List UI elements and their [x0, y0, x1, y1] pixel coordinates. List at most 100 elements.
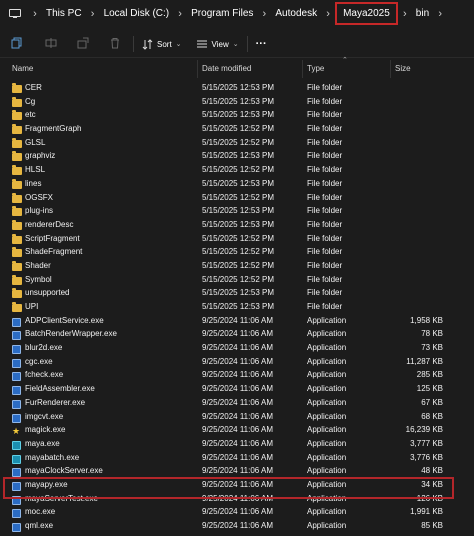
folder-row[interactable]: etc 5/15/2025 12:53 PM File folder — [0, 108, 474, 122]
file-size: 125 KB — [416, 384, 443, 394]
copy-icon[interactable] — [11, 37, 23, 51]
file-row[interactable]: mayapy.exe 9/25/2024 11:06 AM Application 3… — [0, 478, 474, 492]
folder-row[interactable]: plug-ins 5/15/2025 12:53 PM File folder — [0, 204, 474, 218]
file-name: mayaServerTest.exe — [25, 493, 98, 503]
file-row[interactable]: mayabatch.exe 9/25/2024 11:06 AM Applicati… — [0, 451, 474, 465]
application-icon — [12, 316, 22, 327]
file-name: ADPClientService.exe — [25, 315, 104, 325]
folder-icon — [12, 247, 22, 258]
file-date-modified: 5/15/2025 12:53 PM — [202, 178, 275, 188]
file-name: qml.exe — [25, 521, 54, 530]
file-name: mayapy.exe — [25, 479, 68, 489]
column-size[interactable]: Size — [395, 64, 411, 73]
column-divider[interactable] — [390, 60, 391, 78]
application-icon — [12, 521, 22, 532]
column-date-modified[interactable]: Date modified — [202, 64, 251, 73]
column-type[interactable]: Type — [307, 64, 324, 73]
file-row[interactable]: FieldAssembler.exe 9/25/2024 11:06 AM Appl… — [0, 382, 474, 396]
column-divider[interactable] — [302, 60, 303, 78]
file-name: mayaClockServer.exe — [25, 466, 103, 476]
breadcrumb-maya2025[interactable]: Maya2025 — [335, 2, 398, 25]
file-name: blur2d.exe — [25, 343, 63, 353]
file-row[interactable]: moc.exe 9/25/2024 11:06 AM Application 1,99… — [0, 505, 474, 519]
breadcrumb-bin[interactable]: bin — [413, 8, 432, 19]
folder-row[interactable]: lines 5/15/2025 12:53 PM File folder — [0, 177, 474, 191]
file-row[interactable]: maya.exe 9/25/2024 11:06 AM Application 3,7… — [0, 437, 474, 451]
file-date-modified: 9/25/2024 11:06 AM — [202, 343, 274, 353]
file-row[interactable]: ADPClientService.exe 9/25/2024 11:06 AM Ap… — [0, 314, 474, 328]
file-name: magick.exe — [25, 425, 66, 435]
folder-row[interactable]: UPI 5/15/2025 12:53 PM File folder — [0, 300, 474, 314]
command-toolbar: Sort ⌄ View ⌄ ··· — [0, 31, 474, 58]
file-row[interactable]: FurRenderer.exe 9/25/2024 11:06 AM Applica… — [0, 396, 474, 410]
file-type: File folder — [307, 206, 343, 216]
file-name: CER — [25, 83, 42, 92]
file-type: Application — [307, 356, 347, 366]
file-row[interactable]: mayaServerTest.exe 9/25/2024 11:06 AM Appl… — [0, 492, 474, 506]
folder-row[interactable]: FragmentGraph 5/15/2025 12:52 PM File fold… — [0, 122, 474, 136]
folder-row[interactable]: GLSL 5/15/2025 12:52 PM File folder — [0, 136, 474, 150]
file-type: File folder — [307, 96, 343, 106]
file-name: plug-ins — [25, 206, 54, 216]
column-header-row: Name Date modified Type ⌃ Size — [0, 57, 474, 78]
breadcrumb-autodesk[interactable]: Autodesk — [272, 8, 320, 19]
file-type: File folder — [307, 274, 343, 284]
application-icon — [12, 466, 22, 478]
application-icon — [12, 480, 22, 491]
file-type: Application — [307, 397, 347, 407]
folder-row[interactable]: graphviz 5/15/2025 12:53 PM File folder — [0, 149, 474, 163]
file-size: 126 KB — [416, 493, 443, 503]
computer-icon — [9, 8, 21, 19]
file-row[interactable]: fcheck.exe 9/25/2024 11:06 AM Application 2… — [0, 368, 474, 382]
more-options-button[interactable]: ··· — [256, 38, 267, 50]
folder-row[interactable]: Cg 5/15/2025 12:53 PM File folder — [0, 95, 474, 109]
file-row[interactable]: qml.exe 9/25/2024 11:06 AM Application 85 K… — [0, 519, 474, 533]
file-size: 73 KB — [421, 343, 443, 353]
file-size: 68 KB — [421, 411, 443, 421]
folder-icon — [12, 219, 22, 230]
folder-row[interactable]: HLSL 5/15/2025 12:52 PM File folder — [0, 163, 474, 177]
file-name: etc — [25, 110, 36, 120]
file-row[interactable]: ★ magick.exe 9/25/2024 11:06 AM Application… — [0, 423, 474, 437]
breadcrumb-separator: › — [262, 7, 267, 20]
breadcrumb-program-files[interactable]: Program Files — [188, 8, 256, 19]
file-size: 78 KB — [421, 329, 443, 339]
folder-row[interactable]: Shader 5/15/2025 12:52 PM File folder — [0, 259, 474, 273]
address-bar[interactable]: › This PC › Local Disk (C:) › Program Fi… — [0, 0, 474, 27]
view-button[interactable]: View ⌄ — [196, 39, 239, 49]
folder-row[interactable]: ScriptFragment 5/15/2025 12:52 PM File fol… — [0, 232, 474, 246]
breadcrumb-local-disk[interactable]: Local Disk (C:) — [101, 8, 173, 19]
file-size: 11,287 KB — [406, 356, 443, 366]
folder-row[interactable]: rendererDesc 5/15/2025 12:53 PM File folde… — [0, 218, 474, 232]
column-name[interactable]: Name — [12, 64, 33, 73]
file-name: GLSL — [25, 137, 46, 147]
file-type: Application — [307, 329, 347, 339]
folder-row[interactable]: unsupported 5/15/2025 12:53 PM File folder — [0, 286, 474, 300]
file-type: File folder — [307, 302, 343, 311]
rename-icon[interactable] — [45, 37, 57, 51]
file-row[interactable]: cgc.exe 9/25/2024 11:06 AM Application 11,2… — [0, 355, 474, 369]
file-list: CER 5/15/2025 12:53 PM File folder Cg 5/15/2… — [0, 81, 474, 533]
breadcrumb-this-pc[interactable]: This PC — [43, 8, 85, 19]
delete-icon[interactable] — [109, 37, 121, 51]
folder-row[interactable]: OGSFX 5/15/2025 12:52 PM File folder — [0, 191, 474, 205]
file-row[interactable]: blur2d.exe 9/25/2024 11:06 AM Application 7… — [0, 341, 474, 355]
file-date-modified: 9/25/2024 11:06 AM — [202, 397, 274, 407]
file-date-modified: 5/15/2025 12:53 PM — [202, 206, 275, 216]
file-row[interactable]: BatchRenderWrapper.exe 9/25/2024 11:06 AM… — [0, 327, 474, 341]
breadcrumb-separator: › — [90, 7, 95, 20]
sort-button[interactable]: Sort ⌄ — [142, 38, 182, 50]
folder-row[interactable]: ShadeFragment 5/15/2025 12:52 PM File fold… — [0, 245, 474, 259]
breadcrumb-separator: › — [33, 7, 37, 20]
file-date-modified: 5/15/2025 12:52 PM — [202, 233, 275, 243]
file-date-modified: 5/15/2025 12:53 PM — [202, 96, 275, 106]
file-row[interactable]: imgcvt.exe 9/25/2024 11:06 AM Application 6… — [0, 410, 474, 424]
file-row[interactable]: mayaClockServer.exe 9/25/2024 11:06 AM App… — [0, 464, 474, 478]
file-name: FurRenderer.exe — [25, 397, 86, 407]
breadcrumb-separator: › — [402, 7, 407, 20]
share-icon[interactable] — [77, 37, 89, 51]
folder-row[interactable]: CER 5/15/2025 12:53 PM File folder — [0, 81, 474, 95]
file-date-modified: 9/25/2024 11:06 AM — [202, 356, 274, 366]
column-divider[interactable] — [197, 60, 198, 78]
folder-row[interactable]: Symbol 5/15/2025 12:52 PM File folder — [0, 273, 474, 287]
